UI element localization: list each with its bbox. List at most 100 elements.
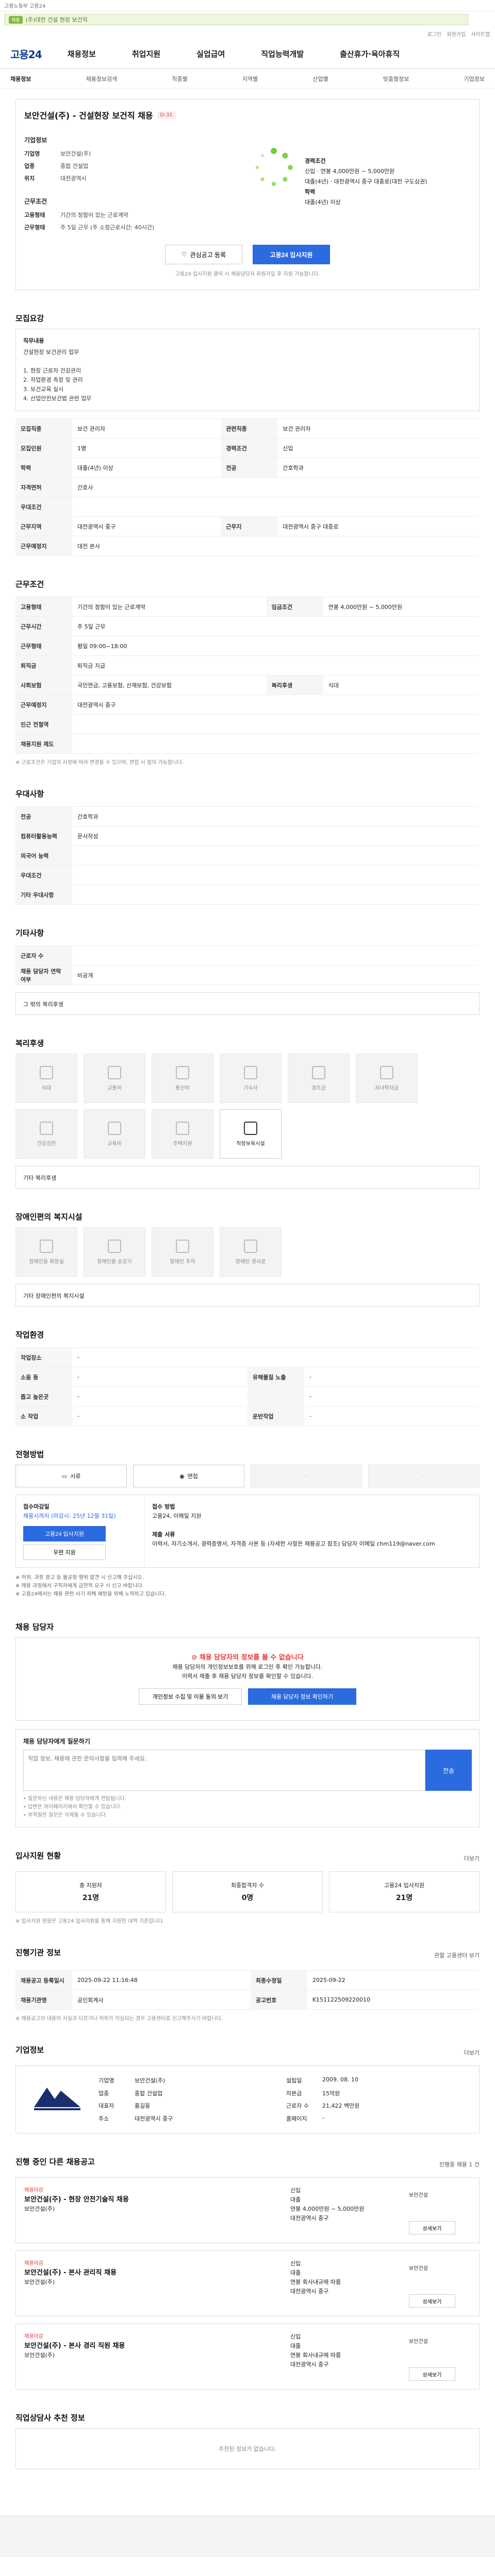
conditions-hint: ※ 근로조건은 기업의 사정에 따라 변경될 수 있으며, 면접 시 협의 가능…	[15, 760, 184, 766]
disabled-label: 장애인용 화장실	[29, 1259, 64, 1265]
menu-training[interactable]: 직업능력개발	[261, 48, 304, 59]
meal-icon	[40, 1065, 53, 1079]
manager-info-button[interactable]: 채용 담당자 정보 확인하기	[248, 1688, 356, 1705]
sitemap-link[interactable]: 사이트맵	[471, 30, 490, 38]
welfare-label: 자녀학자금	[375, 1085, 399, 1091]
row-key: 설립일	[286, 2077, 302, 2084]
related-job-card[interactable]: 채용마감 보안건설(주) - 현장 안전기술직 채용 보안건설(주) 신입 대졸 연봉 …	[15, 2177, 480, 2243]
process-section: 전형방법 ▭ 서류 ◉ 면접 - - 접수마감일 채용시까지 (마감시: 25년 1…	[15, 1449, 480, 1599]
search-strip[interactable]: 채용 (주)대전 건설 현장 보건직	[4, 14, 468, 25]
lnb-0[interactable]: 채용정보	[10, 75, 31, 83]
cell-value: 대전광역시 중구 대종로	[277, 516, 480, 536]
cell-key: 근무시간	[15, 616, 72, 636]
cell-value	[72, 734, 480, 754]
stats-more-link[interactable]: 더보기	[464, 1854, 480, 1862]
job-card-company: 보안건설(주)	[24, 2279, 55, 2285]
apply-button[interactable]: 고용24 입사지원	[253, 245, 330, 264]
menu-unemployment[interactable]: 실업급여	[196, 48, 225, 59]
manager-section: 채용 담당자 ⊘ 채용 담당자의 정보를 볼 수 없습니다 채용 담당자의 개인…	[15, 1621, 480, 1827]
lnb-5[interactable]: 맞춤형정보	[383, 75, 409, 83]
stat-value: 21명	[395, 1894, 413, 1902]
disabled-grid: 장애인용 화장실 장애인용 승강기 장애인 주차 장애인 경사로	[15, 1227, 480, 1277]
cell-value: 보건 관리자	[72, 418, 221, 438]
privacy-consent-button[interactable]: 개인정보 수집 및 이용 동의 보기	[139, 1688, 242, 1705]
disabled-item: 장애인 주차	[152, 1227, 213, 1277]
parking-icon	[176, 1239, 189, 1253]
cell-key: 채용 담당자 연락 여부	[15, 965, 72, 985]
elevator-icon	[108, 1239, 121, 1253]
apply-method: 고용24, 이메일 지원	[152, 1513, 202, 1519]
job-card-title[interactable]: 보안건설(주) - 본사 관리직 채용	[24, 2268, 285, 2278]
company-more-link[interactable]: 더보기	[464, 2048, 480, 2057]
job-card-title[interactable]: 보안건설(주) - 본사 경리 직원 채용	[24, 2342, 285, 2351]
login-link[interactable]: 로그인	[427, 30, 442, 38]
row-key: 근로자 수	[286, 2103, 309, 2109]
row-key: 위치	[24, 175, 35, 182]
apply-mail-button[interactable]: 우편 지원	[23, 1545, 106, 1560]
welfare-title: 복리후생	[15, 1039, 44, 1048]
stat-label: 총 지원자	[79, 1882, 102, 1889]
cell-key: 근무예정지	[15, 536, 72, 556]
document-icon: ▭	[61, 1472, 68, 1480]
cell-value: -	[72, 1367, 248, 1387]
job-card-title[interactable]: 보안건설(주) - 현장 안전기술직 채용	[24, 2195, 285, 2205]
cell-key: 운반작업	[248, 1406, 304, 1426]
signup-link[interactable]: 회원가입	[447, 30, 466, 38]
disabled-section: 장애인편의 복지시설 장애인용 화장실 장애인용 승강기 장애인 주차 장애인 …	[15, 1211, 480, 1307]
cell-key: 컴퓨터활용능력	[15, 826, 72, 846]
row-key: 홈페이지	[286, 2115, 307, 2122]
lnb-4[interactable]: 산업별	[312, 75, 328, 83]
cell-key: 인근 전철역	[15, 714, 72, 734]
ramp-icon	[244, 1239, 257, 1253]
lnb-3[interactable]: 지역별	[242, 75, 258, 83]
row-key: 기업명	[98, 2077, 114, 2084]
cell-key: 유해물질 노출	[248, 1367, 304, 1387]
menu-leave[interactable]: 출산휴가·육아휴직	[340, 48, 400, 59]
consult-empty: 추천된 정보가 없습니다.	[15, 2428, 480, 2469]
stat-card: 최종합격자 수 0명	[172, 1871, 323, 1912]
question-input[interactable]	[23, 1750, 425, 1791]
related-job-card[interactable]: 채용마감 보안건설(주) - 본사 관리직 채용 보안건설(주) 신입 대졸 연봉 회사…	[15, 2250, 480, 2316]
apply-online-button[interactable]: 고용24 입사지원	[23, 1526, 106, 1541]
lnb-2[interactable]: 직종별	[172, 75, 187, 83]
cell-key: 임금조건	[266, 597, 323, 617]
manager-text: 채용 담당자의 개인정보보호를 위해 로그인 후 확인 가능합니다.	[172, 1664, 323, 1670]
menu-jobs[interactable]: 채용정보	[68, 48, 96, 59]
cell-value: 대전광역시 중구	[72, 516, 221, 536]
job-cond: 대졸	[290, 2196, 301, 2203]
restroom-icon	[40, 1239, 53, 1253]
cell-key: 전공	[221, 457, 278, 478]
welfare-label: 교육비	[107, 1141, 122, 1147]
other-table: 근로자 수 채용 담당자 연락 여부 비공개	[15, 945, 480, 985]
info-more-link[interactable]: 관할 고용센터 보기	[434, 1951, 480, 1959]
salary-line: 대졸(4년) 이상	[305, 199, 341, 206]
job-detail-button[interactable]: 상세보기	[409, 2367, 455, 2381]
related-more-link[interactable]: 진행중 채용 1 건	[439, 2160, 480, 2168]
stats-section: 입사지원 현황 더보기 총 지원자 21명 최종합격자 수 0명 고용24 입사지원 2…	[15, 1850, 480, 1924]
extras-table: 전공 간호학과 컴퓨터활용능력 문서작성 외국어 능력 우대조건 기타 우대사항	[15, 806, 480, 905]
row-key: 고용형태	[24, 212, 45, 218]
cell-value	[72, 885, 480, 905]
job-detail-button[interactable]: 상세보기	[409, 2221, 455, 2234]
dday-badge: D-31	[157, 111, 176, 119]
cell-key: 관련직종	[221, 418, 278, 438]
site-logo[interactable]: 고용24	[10, 46, 42, 61]
cell-key: 모집인원	[15, 438, 72, 458]
lnb-6[interactable]: 기업정보	[464, 75, 485, 83]
welfare-label: 직장보육시설	[236, 1141, 265, 1147]
cell-key: 근무예정지	[15, 694, 72, 715]
cell-key: 채용기관명	[15, 1990, 72, 2010]
search-text: (주)대전 건설 현장 보건직	[25, 16, 88, 23]
related-job-card[interactable]: 채용마감 보안건설(주) - 본사 경리 직원 채용 보안건설(주) 신입 대졸 연봉 …	[15, 2324, 480, 2389]
apply-method-title: 접수 방법	[152, 1503, 175, 1510]
global-nav: 고용24 채용정보 취업지원 실업급여 직업능력개발 출산휴가·육아휴직	[0, 39, 495, 69]
question-send-button[interactable]: 전송	[425, 1750, 472, 1791]
job-brand: 보안건설	[409, 2193, 428, 2198]
menu-support[interactable]: 취업지원	[132, 48, 160, 59]
salary-line: 대전광역시 중구 대종로(대전 구도심권)	[334, 178, 427, 185]
job-detail-button[interactable]: 상세보기	[409, 2294, 455, 2308]
lnb-1[interactable]: 채용정보검색	[86, 75, 118, 83]
save-job-button[interactable]: ♡ 관심공고 등록	[165, 245, 242, 264]
row-value: 15억원	[322, 2090, 340, 2097]
docs-title: 제출 서류	[152, 1531, 175, 1538]
